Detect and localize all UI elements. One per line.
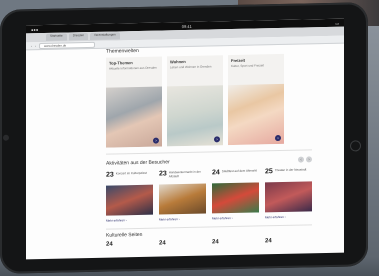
theme-cards: Top-Themen Aktuelle Informationen aus Dr… bbox=[106, 53, 312, 148]
event-day: 23 bbox=[159, 170, 167, 178]
bottom-day: 24 bbox=[265, 238, 272, 245]
next-button[interactable]: › bbox=[306, 156, 312, 163]
event-more-link[interactable]: Mehr erfahren › bbox=[265, 214, 312, 219]
event-item[interactable]: 23 Handwerkermarkt in der Altstadt Mehr … bbox=[159, 170, 206, 222]
event-day: 23 bbox=[106, 171, 114, 179]
event-date: 24 Stadtfest auf dem Altmarkt bbox=[212, 168, 259, 181]
card-text: Kultur, Sport und Freizeit bbox=[231, 63, 265, 69]
event-image bbox=[159, 183, 206, 215]
tablet-screen: ●●● 09:41 ▭ Startseite Dresden Veranstal… bbox=[26, 18, 344, 260]
bottom-day: 24 bbox=[159, 240, 166, 247]
status-time: 09:41 bbox=[181, 23, 192, 29]
bottom-day: 24 bbox=[106, 241, 113, 248]
back-icon[interactable]: ‹ bbox=[31, 44, 32, 48]
event-more-link[interactable]: Mehr erfahren › bbox=[159, 217, 206, 221]
browser-tab[interactable]: Veranstaltungen bbox=[90, 32, 120, 40]
camera-icon bbox=[3, 134, 9, 141]
event-image bbox=[106, 184, 153, 216]
page-content: Themenwelten Top-Themen Aktuelle Informa… bbox=[106, 41, 312, 248]
events-title: Aktivitäten aus der Besucher bbox=[106, 159, 170, 167]
browser-tab[interactable]: Dresden bbox=[68, 33, 89, 41]
forward-icon[interactable]: › bbox=[35, 44, 36, 48]
event-caption: Handwerkermarkt in der Altstadt bbox=[168, 169, 201, 179]
event-item[interactable]: 24 Stadtfest auf dem Altmarkt Mehr erfah… bbox=[212, 168, 259, 220]
event-date: 25 Theater in der Neustadt bbox=[265, 167, 312, 180]
event-caption: Stadtfest auf dem Altmarkt bbox=[221, 168, 257, 174]
theme-card[interactable]: Wohnen Leben und Wohnen in Dresden › bbox=[167, 55, 223, 147]
events-list: 23 Konzert im Kulturpalast Mehr erfahren… bbox=[106, 167, 312, 223]
event-item[interactable]: 23 Konzert im Kulturpalast Mehr erfahren… bbox=[106, 171, 153, 223]
card-text: Aktuelle Informationen aus Dresden bbox=[109, 65, 157, 71]
battery-icon: ▭ bbox=[335, 20, 339, 26]
theme-card[interactable]: Top-Themen Aktuelle Informationen aus Dr… bbox=[106, 56, 162, 148]
event-caption: Theater in der Neustadt bbox=[274, 167, 307, 173]
event-more-link[interactable]: Mehr erfahren › bbox=[106, 218, 153, 222]
event-day: 25 bbox=[265, 168, 273, 176]
event-day: 24 bbox=[212, 169, 220, 177]
prev-button[interactable]: ‹ bbox=[298, 156, 304, 163]
events-pager: ‹ › bbox=[298, 156, 312, 163]
signal-icon: ●●● bbox=[31, 26, 39, 32]
event-image bbox=[212, 182, 259, 214]
url-field[interactable]: www.dresden.de bbox=[39, 41, 95, 49]
bottom-dates: 24 24 24 24 bbox=[106, 237, 312, 248]
event-caption: Konzert im Kulturpalast bbox=[115, 170, 147, 176]
event-item[interactable]: 25 Theater in der Neustadt Mehr erfahren… bbox=[265, 167, 312, 219]
event-image bbox=[265, 181, 312, 213]
event-date: 23 Handwerkermarkt in der Altstadt bbox=[159, 170, 206, 183]
bottom-day: 24 bbox=[212, 239, 219, 246]
event-date: 23 Konzert im Kulturpalast bbox=[106, 171, 153, 184]
theme-card[interactable]: Freizeit Kultur, Sport und Freizeit › bbox=[228, 53, 284, 146]
home-button[interactable] bbox=[350, 140, 361, 152]
event-more-link[interactable]: Mehr erfahren › bbox=[212, 215, 259, 220]
card-text: Leben und Wohnen in Dresden bbox=[170, 64, 212, 70]
browser-tab[interactable]: Startseite bbox=[46, 33, 67, 41]
